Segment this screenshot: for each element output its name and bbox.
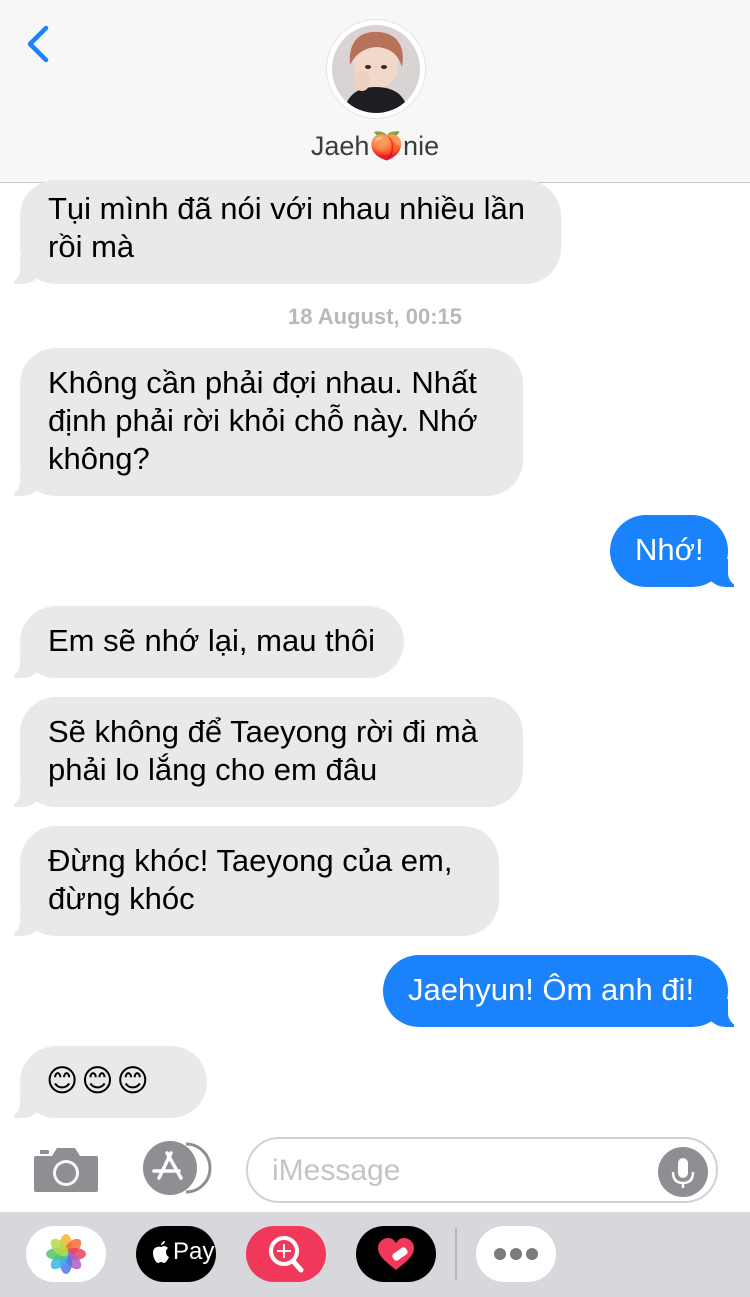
message-bubble-incoming[interactable]: 😊😊😊 (0, 1046, 207, 1118)
conversation-header: Jaeh🍑nie (0, 0, 750, 183)
contact-avatar[interactable] (327, 20, 425, 118)
message-text: Đừng khóc! Taeyong của em, (48, 843, 453, 878)
apple-pay-label: Pay (173, 1238, 215, 1265)
message-text: Tụi mình đã nói với nhau nhiều lần (48, 191, 526, 226)
message-text: Không cần phải đợi nhau. Nhất (48, 365, 477, 400)
message-bubble-incoming[interactable]: Không cần phải đợi nhau. Nhất định phải … (0, 348, 523, 496)
message-input-field[interactable] (246, 1137, 718, 1203)
camera-icon[interactable] (32, 1146, 100, 1194)
message-bubble-outgoing[interactable]: Jaehyun! Ôm anh đi! (383, 955, 748, 1027)
digital-touch-icon[interactable] (356, 1226, 436, 1282)
photos-app-icon[interactable] (26, 1226, 106, 1282)
message-text: định phải rời khỏi chỗ này. Nhớ (48, 403, 478, 438)
microphone-icon[interactable] (658, 1147, 708, 1197)
message-text: Jaehyun! Ôm anh đi! (408, 972, 695, 1007)
message-text: phải lo lắng cho em đâu (48, 752, 378, 787)
message-bubble-incoming[interactable]: Đừng khóc! Taeyong của em, đừng khóc (0, 826, 499, 936)
emoji-message: 😊😊😊 (46, 1063, 152, 1098)
imessage-input[interactable] (272, 1149, 652, 1193)
back-chevron-icon[interactable] (22, 22, 62, 68)
contact-name[interactable]: Jaeh🍑nie (0, 130, 750, 162)
app-drawer: Pay (0, 1212, 750, 1297)
message-text: rồi mà (48, 229, 135, 264)
message-bubble-outgoing[interactable]: Nhớ! (610, 515, 748, 587)
app-store-icon[interactable] (140, 1140, 212, 1196)
apple-pay-icon[interactable]: Pay (136, 1226, 216, 1282)
more-apps-icon[interactable] (476, 1226, 556, 1282)
message-bubble-incoming[interactable]: Sẽ không để Taeyong rời đi mà phải lo lắ… (0, 697, 523, 807)
message-text: đừng khóc (48, 881, 195, 916)
timestamp: 18 August, 00:15 (287, 304, 463, 329)
message-text: Sẽ không để Taeyong rời đi mà (48, 714, 478, 749)
message-text: Nhớ! (635, 532, 704, 567)
drawer-divider (455, 1228, 457, 1280)
message-bubble-incoming[interactable]: Tụi mình đã nói với nhau nhiều lần rồi m… (0, 180, 561, 284)
image-search-icon[interactable] (246, 1226, 326, 1282)
message-text: Em sẽ nhớ lại, mau thôi (48, 623, 376, 658)
message-bubble-incoming[interactable]: Em sẽ nhớ lại, mau thôi (0, 606, 404, 678)
message-text: không? (48, 441, 150, 476)
